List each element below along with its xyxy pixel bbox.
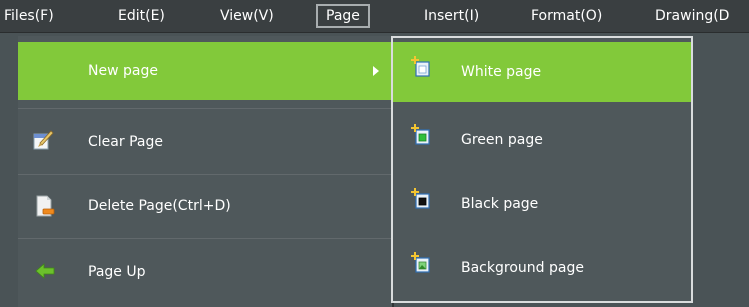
submenu-item-white-page[interactable]: White page — [393, 42, 691, 102]
delete-page-icon — [36, 195, 55, 217]
submenu-item-background-page[interactable]: Background page — [393, 238, 691, 298]
submenu-item-black-page[interactable]: Black page — [393, 174, 691, 234]
white-page-icon — [411, 56, 430, 77]
submenu-arrow-icon — [373, 66, 379, 76]
menu-view[interactable]: View(V) — [220, 4, 274, 28]
menu-item-label: New page — [88, 63, 158, 79]
menu-item-label: Delete Page(Ctrl+D) — [88, 198, 231, 214]
menu-edit[interactable]: Edit(E) — [118, 4, 165, 28]
submenu-item-green-page[interactable]: Green page — [393, 110, 691, 170]
clear-page-icon — [33, 130, 54, 150]
submenu-item-label: Background page — [461, 260, 584, 276]
menu-insert[interactable]: Insert(I) — [424, 4, 479, 28]
menu-bar: Files(F) Edit(E) View(V) Page Insert(I) … — [0, 0, 749, 33]
menu-page[interactable]: Page — [316, 4, 370, 28]
menu-separator — [18, 108, 392, 109]
submenu-item-label: White page — [461, 64, 542, 80]
background-page-icon — [411, 252, 430, 273]
menu-drawing[interactable]: Drawing(D — [655, 4, 729, 28]
new-page-submenu: White page Green page Black page Backgro… — [391, 36, 693, 303]
menu-item-clear-page[interactable]: Clear Page — [18, 112, 392, 172]
menu-separator — [18, 174, 392, 175]
menu-item-label: Page Up — [88, 264, 146, 280]
submenu-item-label: Green page — [461, 132, 543, 148]
arrow-left-icon — [35, 263, 55, 279]
menu-item-page-up[interactable]: Page Up — [18, 240, 392, 304]
green-page-icon — [411, 124, 430, 145]
menu-separator — [18, 238, 392, 239]
menu-item-label: Clear Page — [88, 134, 163, 150]
menu-item-new-page[interactable]: New page — [18, 42, 392, 100]
submenu-item-label: Black page — [461, 196, 539, 212]
black-page-icon — [411, 188, 430, 209]
page-dropdown-menu: New page Clear Page Delete Page(Ctrl+D) … — [18, 36, 392, 307]
menu-files[interactable]: Files(F) — [4, 4, 54, 28]
menu-format[interactable]: Format(O) — [531, 4, 602, 28]
menu-item-delete-page[interactable]: Delete Page(Ctrl+D) — [18, 176, 392, 236]
